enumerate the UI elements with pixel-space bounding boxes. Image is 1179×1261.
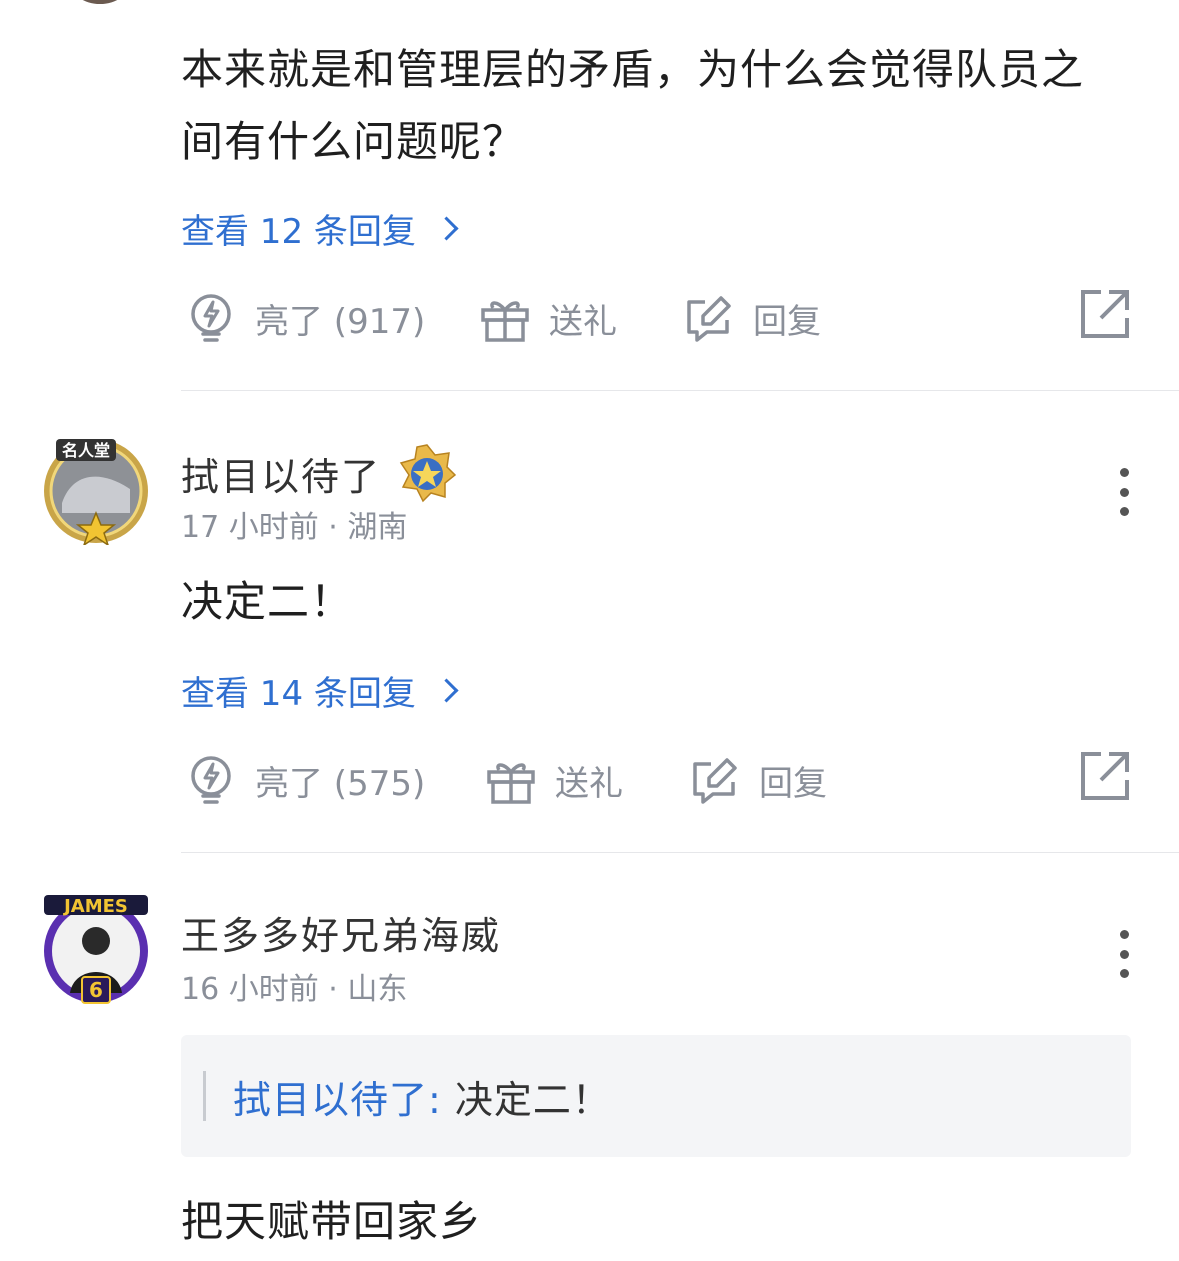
- username[interactable]: 拭目以待了: [181, 443, 457, 503]
- chevron-right-icon: [434, 216, 459, 241]
- like-button[interactable]: 亮了 (917): [185, 288, 425, 348]
- comment-meta: 17 小时前 · 湖南: [181, 510, 408, 545]
- divider: [181, 852, 1179, 853]
- edit-reply-icon: [693, 758, 737, 804]
- more-options-button[interactable]: [1109, 462, 1139, 522]
- quote-text: 拭目以待了: 决定二！: [233, 1069, 611, 1124]
- avatar-hall-of-fame[interactable]: 名人堂: [40, 433, 152, 545]
- username-label: 拭目以待了: [181, 454, 382, 499]
- gift-icon: [481, 301, 529, 342]
- dot: [1119, 507, 1129, 516]
- comment-content: 把天赋带回家乡: [181, 1197, 483, 1246]
- quote-bar: [203, 1071, 206, 1121]
- view-replies-link[interactable]: 查看 14 条回复: [181, 666, 459, 715]
- comment-content: 本来就是和管理层的矛盾，为什么会觉得队员之间有什么问题呢？: [181, 45, 1085, 166]
- comment-content: 决定二！: [181, 577, 354, 626]
- avatar-level-badge: 6: [89, 978, 103, 1002]
- gift-button[interactable]: 送礼: [485, 750, 623, 810]
- star-medal-icon: [399, 444, 457, 503]
- gift-icon: [487, 763, 535, 804]
- gift-label: 送礼: [549, 301, 617, 342]
- view-replies-link[interactable]: 查看 12 条回复: [181, 204, 459, 253]
- avatar-badge-text: 名人堂: [62, 441, 110, 460]
- share-icon[interactable]: [1079, 750, 1131, 802]
- action-bar: 亮了 (917) 送礼 回复: [181, 288, 1131, 348]
- quoted-body: 决定二！: [441, 1078, 611, 1122]
- quoted-comment[interactable]: 拭目以待了: 决定二！: [181, 1035, 1131, 1157]
- comment-meta: 16 小时前 · 山东: [181, 972, 408, 1007]
- action-bar: 亮了 (575) 送礼 回复: [181, 750, 1131, 810]
- gift-button[interactable]: 送礼: [479, 288, 617, 348]
- dot: [1119, 468, 1129, 477]
- view-replies-label: 查看 14 条回复: [181, 674, 416, 714]
- reply-label: 回复: [753, 301, 821, 342]
- lightbulb-lightning-icon: [191, 756, 231, 804]
- reply-button[interactable]: 回复: [683, 288, 821, 348]
- dot: [1119, 930, 1129, 939]
- share-icon[interactable]: [1079, 288, 1131, 340]
- view-replies-label: 查看 12 条回复: [181, 212, 416, 252]
- lightbulb-lightning-icon: [191, 294, 231, 342]
- reply-button[interactable]: 回复: [689, 750, 827, 810]
- divider: [181, 390, 1179, 391]
- gift-label: 送礼: [555, 763, 623, 804]
- avatar-james[interactable]: JAMES 6: [40, 893, 152, 1005]
- edit-reply-icon: [687, 296, 731, 342]
- username[interactable]: 王多多好兄弟海威: [181, 905, 501, 960]
- more-options-button[interactable]: [1109, 924, 1139, 984]
- like-button[interactable]: 亮了 (575): [185, 750, 425, 810]
- chevron-right-icon: [434, 678, 459, 703]
- reply-label: 回复: [759, 763, 827, 804]
- like-label: 亮了 (917): [255, 301, 426, 342]
- dot: [1119, 969, 1129, 978]
- avatar-cropped[interactable]: [70, 0, 130, 4]
- dot: [1119, 949, 1129, 959]
- like-label: 亮了 (575): [255, 763, 426, 804]
- avatar-badge-text: JAMES: [62, 896, 128, 917]
- dot: [1119, 487, 1129, 497]
- quoted-username[interactable]: 拭目以待了:: [233, 1078, 442, 1122]
